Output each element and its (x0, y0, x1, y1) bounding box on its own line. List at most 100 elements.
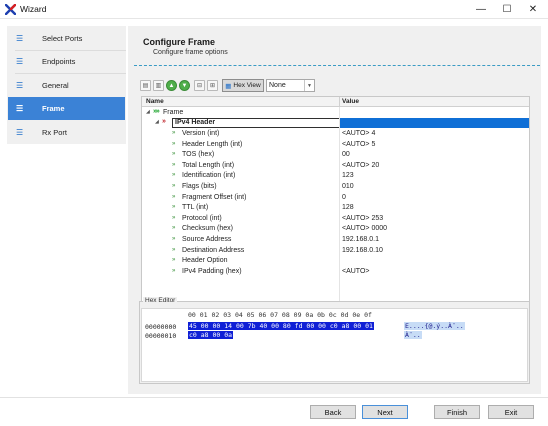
field-name: Fragment Offset (int) (182, 193, 247, 201)
maximize-button[interactable]: ☐ (494, 0, 520, 19)
window-title: Wizard (20, 4, 47, 14)
field-row[interactable]: » Checksum (hex) <AUTO> 0000 (142, 224, 529, 235)
expand-arrow-icon[interactable]: » (172, 183, 175, 189)
move-down-icon[interactable]: ▼ (179, 80, 190, 91)
field-value[interactable]: 0 (342, 194, 346, 201)
expand-arrow-icon[interactable]: » (172, 257, 175, 263)
move-up-icon[interactable]: ▲ (166, 80, 177, 91)
sidebar-item-general[interactable]: ☰ General (8, 74, 125, 97)
sidebar-item-select-ports[interactable]: ☰ Select Ports (8, 27, 125, 50)
expand-arrow-icon[interactable]: » (172, 141, 175, 147)
field-value[interactable]: 010 (342, 183, 354, 190)
expand-arrow-icon[interactable]: » (172, 162, 175, 168)
expand-arrow-icon[interactable]: » (172, 268, 175, 274)
field-value[interactable]: <AUTO> 4 (342, 130, 375, 137)
expand-arrow-icon[interactable]: » (172, 215, 175, 221)
expand-arrow-icon[interactable]: » (172, 247, 175, 253)
hex-offset: 00000000 (145, 323, 177, 331)
field-value[interactable]: <AUTO> 253 (342, 215, 383, 222)
field-row[interactable]: » Destination Address 192.168.0.10 (142, 246, 529, 257)
sidebar-item-label: Select Ports (42, 34, 83, 43)
main-panel: Configure Frame Configure frame options … (128, 26, 541, 394)
field-value[interactable]: <AUTO> (342, 268, 370, 275)
field-row[interactable]: » Header Option (142, 256, 529, 267)
sidebar-item-endpoints[interactable]: ☰ Endpoints (8, 50, 125, 73)
field-name: Source Address (182, 236, 232, 243)
hex-column-header: 00 01 02 03 04 05 06 07 08 09 0a 0b 0c 0… (188, 311, 372, 319)
expand-arrow-icon[interactable]: » (172, 151, 175, 157)
sidebar-item-label: Frame (42, 104, 65, 113)
hex-view-button[interactable]: ▦ Hex View (222, 79, 264, 92)
back-button[interactable]: Back (310, 405, 356, 419)
minimize-button[interactable]: — (468, 0, 494, 19)
hex-view-label: Hex View (233, 82, 261, 89)
list-icon: ☰ (16, 103, 24, 113)
sidebar-item-rx-port[interactable]: ☰ Rx Port (8, 121, 125, 144)
field-value[interactable]: 123 (342, 172, 354, 179)
collapse-icon[interactable]: ⊟ (194, 80, 205, 91)
add-icon[interactable]: ▤ (140, 80, 151, 91)
sidebar-item-frame[interactable]: ☰ Frame (8, 97, 125, 120)
field-name: TOS (hex) (182, 151, 215, 159)
tree-row-ipv4-header[interactable]: ◢ » IPv4 Header (142, 118, 529, 129)
next-button[interactable]: Next (362, 405, 408, 419)
field-row[interactable]: » Fragment Offset (int) 0 (142, 193, 529, 204)
field-name: Header Length (int) (182, 140, 243, 148)
preset-select[interactable]: None ▼ (266, 79, 315, 92)
field-name: Version (int) (182, 130, 220, 137)
preset-select-value: None (269, 82, 286, 89)
field-value[interactable]: <AUTO> 5 (342, 141, 375, 148)
field-row[interactable]: » Identification (int) 123 (142, 171, 529, 182)
expand-arrow-icon[interactable]: » (172, 204, 175, 210)
field-name: Flags (bits) (182, 183, 217, 190)
finish-button[interactable]: Finish (434, 405, 480, 419)
chevron-down-icon: ▼ (304, 80, 314, 91)
field-value[interactable]: 192.168.0.1 (342, 236, 379, 243)
frame-icon: »» (153, 108, 160, 115)
hex-editor-label: Hex Editor (143, 297, 178, 304)
hex-bytes[interactable]: c0 a8 00 0a (188, 331, 234, 339)
hex-ascii[interactable]: À¨.. (404, 331, 422, 339)
title-bar: Wizard — ☐ ✕ (0, 0, 548, 19)
field-row[interactable]: » Header Length (int) <AUTO> 5 (142, 140, 529, 151)
field-row[interactable]: » Flags (bits) 010 (142, 182, 529, 193)
field-name: Header Option (182, 257, 228, 265)
insert-icon[interactable]: ▥ (153, 80, 164, 91)
close-button[interactable]: ✕ (520, 0, 546, 19)
field-value[interactable]: 128 (342, 204, 354, 211)
hex-offset: 00000010 (145, 332, 177, 340)
footer-divider (0, 397, 548, 398)
collapse-toggle-icon[interactable]: ◢ (155, 119, 159, 125)
field-value[interactable]: <AUTO> 20 (342, 162, 379, 169)
expand-arrow-icon[interactable]: » (172, 172, 175, 178)
field-value[interactable]: <AUTO> 0000 (342, 225, 387, 232)
field-row[interactable]: » TTL (int) 128 (142, 203, 529, 214)
field-row[interactable]: » Source Address 192.168.0.1 (142, 235, 529, 246)
field-value[interactable]: 192.168.0.10 (342, 247, 383, 254)
collapse-toggle-icon[interactable]: ◢ (146, 109, 150, 115)
frame-toolbar: ▤ ▥ ▲ ▼ ⊟ ⊞ ▦ Hex View None ▼ (140, 79, 530, 93)
header-divider (134, 65, 540, 66)
tree-row-frame[interactable]: ◢ »» Frame (142, 108, 529, 119)
field-row[interactable]: » Protocol (int) <AUTO> 253 (142, 214, 529, 225)
field-row[interactable]: » IPv4 Padding (hex) <AUTO> (142, 267, 529, 278)
hex-bytes[interactable]: 45 00 00 14 00 7b 40 00 80 fd 00 00 c0 a… (188, 322, 374, 330)
selected-value-cell[interactable] (340, 118, 529, 128)
tree-label: Frame (163, 109, 184, 116)
expand-arrow-icon[interactable]: » (172, 225, 175, 231)
expand-icon[interactable]: ⊞ (207, 80, 218, 91)
field-name: Identification (int) (182, 172, 236, 180)
hex-ascii[interactable]: E....{@.ý..À¨.. (404, 322, 465, 330)
field-value[interactable]: 00 (342, 151, 350, 158)
expand-arrow-icon[interactable]: » (172, 130, 175, 136)
field-row[interactable]: » TOS (hex) 00 (142, 150, 529, 161)
exit-button[interactable]: Exit (488, 405, 534, 419)
hex-editor: Hex Editor 00 01 02 03 04 05 06 07 08 09… (139, 297, 530, 384)
expand-arrow-icon[interactable]: » (172, 194, 175, 200)
expand-arrow-icon[interactable]: » (172, 236, 175, 242)
hex-editor-area[interactable]: 00 01 02 03 04 05 06 07 08 09 0a 0b 0c 0… (141, 308, 528, 382)
field-row[interactable]: » Version (int) <AUTO> 4 (142, 129, 529, 140)
sidebar-item-label: Rx Port (42, 128, 68, 137)
field-row[interactable]: » Total Length (int) <AUTO> 20 (142, 161, 529, 172)
field-name: Destination Address (182, 246, 245, 254)
